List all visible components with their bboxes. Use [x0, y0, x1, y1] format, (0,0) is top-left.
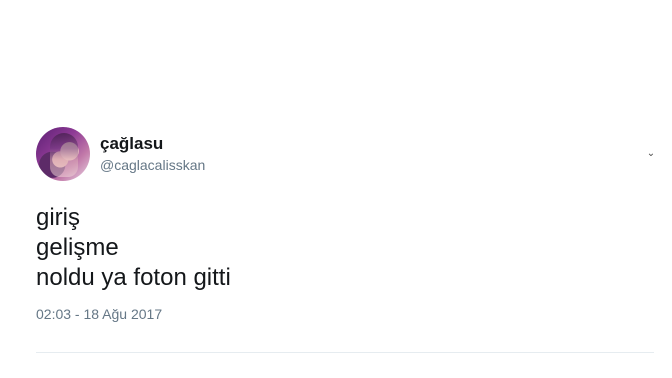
- tweet-line: noldu ya foton gitti: [36, 264, 231, 291]
- author-info: çağlasu @caglacalisskan: [100, 134, 205, 174]
- tweet-text: giriş gelişme noldu ya foton gitti: [36, 203, 658, 293]
- tweet-timestamp[interactable]: 02:03 - 18 Ağu 2017: [36, 305, 658, 323]
- divider: [36, 352, 654, 353]
- avatar[interactable]: [36, 127, 90, 181]
- tweet-card: çağlasu @caglacalisskan ⌄ giriş gelişme …: [36, 125, 658, 323]
- display-name[interactable]: çağlasu: [100, 134, 205, 154]
- tweet-header: çağlasu @caglacalisskan: [36, 125, 658, 183]
- user-handle[interactable]: @caglacalisskan: [100, 156, 205, 174]
- tweet-line: gelişme: [36, 234, 119, 261]
- chevron-down-icon[interactable]: ⌄: [646, 149, 656, 159]
- tweet-line: giriş: [36, 204, 81, 231]
